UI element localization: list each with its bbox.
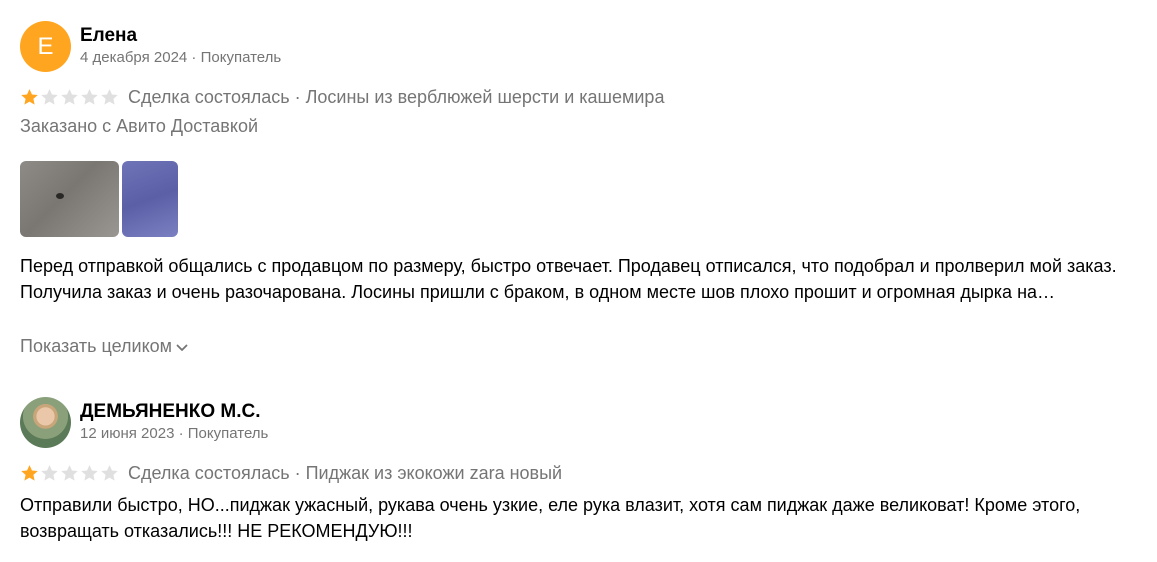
deal-info: Сделка состоялась · Пиджак из экокожи za… (128, 462, 563, 483)
star-empty-icon (61, 88, 78, 105)
review-text: Перед отправкой общались с продавцом по … (20, 253, 1150, 331)
review-text-line: Получила заказ и очень разочарована. Лос… (20, 282, 1056, 302)
review-photo-thumbnail[interactable] (20, 161, 119, 237)
avatar-letter: Е (37, 32, 54, 60)
show-more-label: Показать целиком (20, 336, 173, 356)
review-meta: 4 декабря 2024 · Покупатель (80, 49, 282, 66)
reviewer-name[interactable]: Елена (80, 25, 281, 47)
star-empty-icon (61, 464, 78, 481)
review-text-line: Перед отправкой общались с продавцом по … (20, 256, 1117, 276)
review-card: ДЕМЬЯНЕНКО М.С. 12 июня 2023 · Покупател… (20, 397, 1150, 544)
star-empty-icon (101, 88, 118, 105)
show-more-button[interactable]: Показать целиком (20, 336, 188, 357)
review-header: Е Елена 4 декабря 2024 · Покупатель (20, 21, 1150, 72)
reviewer-name[interactable]: ДЕМЬЯНЕНКО М.С. (80, 401, 268, 423)
star-empty-icon (101, 464, 118, 481)
avatar[interactable]: Е (20, 21, 71, 72)
star-filled-icon (21, 464, 38, 481)
review-photo-thumbnail[interactable] (122, 161, 178, 237)
review-header: ДЕМЬЯНЕНКО М.С. 12 июня 2023 · Покупател… (20, 397, 1150, 448)
star-rating (20, 88, 119, 107)
star-filled-icon (21, 88, 38, 105)
reviewer-info: ДЕМЬЯНЕНКО М.С. 12 июня 2023 · Покупател… (80, 401, 268, 444)
star-rating (20, 464, 119, 483)
review-text: Отправили быстро, НО...пиджак ужасный, р… (20, 495, 1081, 541)
review-meta: 12 июня 2023 · Покупатель (80, 425, 269, 442)
review-photos (20, 161, 1150, 237)
reviewer-info: Елена 4 декабря 2024 · Покупатель (80, 25, 281, 68)
star-empty-icon (41, 88, 58, 105)
delivery-note: Заказано с Авито Доставкой (20, 116, 259, 136)
star-empty-icon (81, 88, 98, 105)
rating-line: Сделка состоялась · Лосины из верблюжей … (20, 85, 1150, 109)
star-empty-icon (41, 464, 58, 481)
star-empty-icon (81, 464, 98, 481)
review-card: Е Елена 4 декабря 2024 · Покупатель Сдел… (20, 21, 1150, 357)
avatar[interactable] (20, 397, 71, 448)
chevron-down-icon (176, 344, 188, 351)
rating-line: Сделка состоялась · Пиджак из экокожи za… (20, 461, 1150, 485)
deal-info: Сделка состоялась · Лосины из верблюжей … (128, 86, 665, 107)
